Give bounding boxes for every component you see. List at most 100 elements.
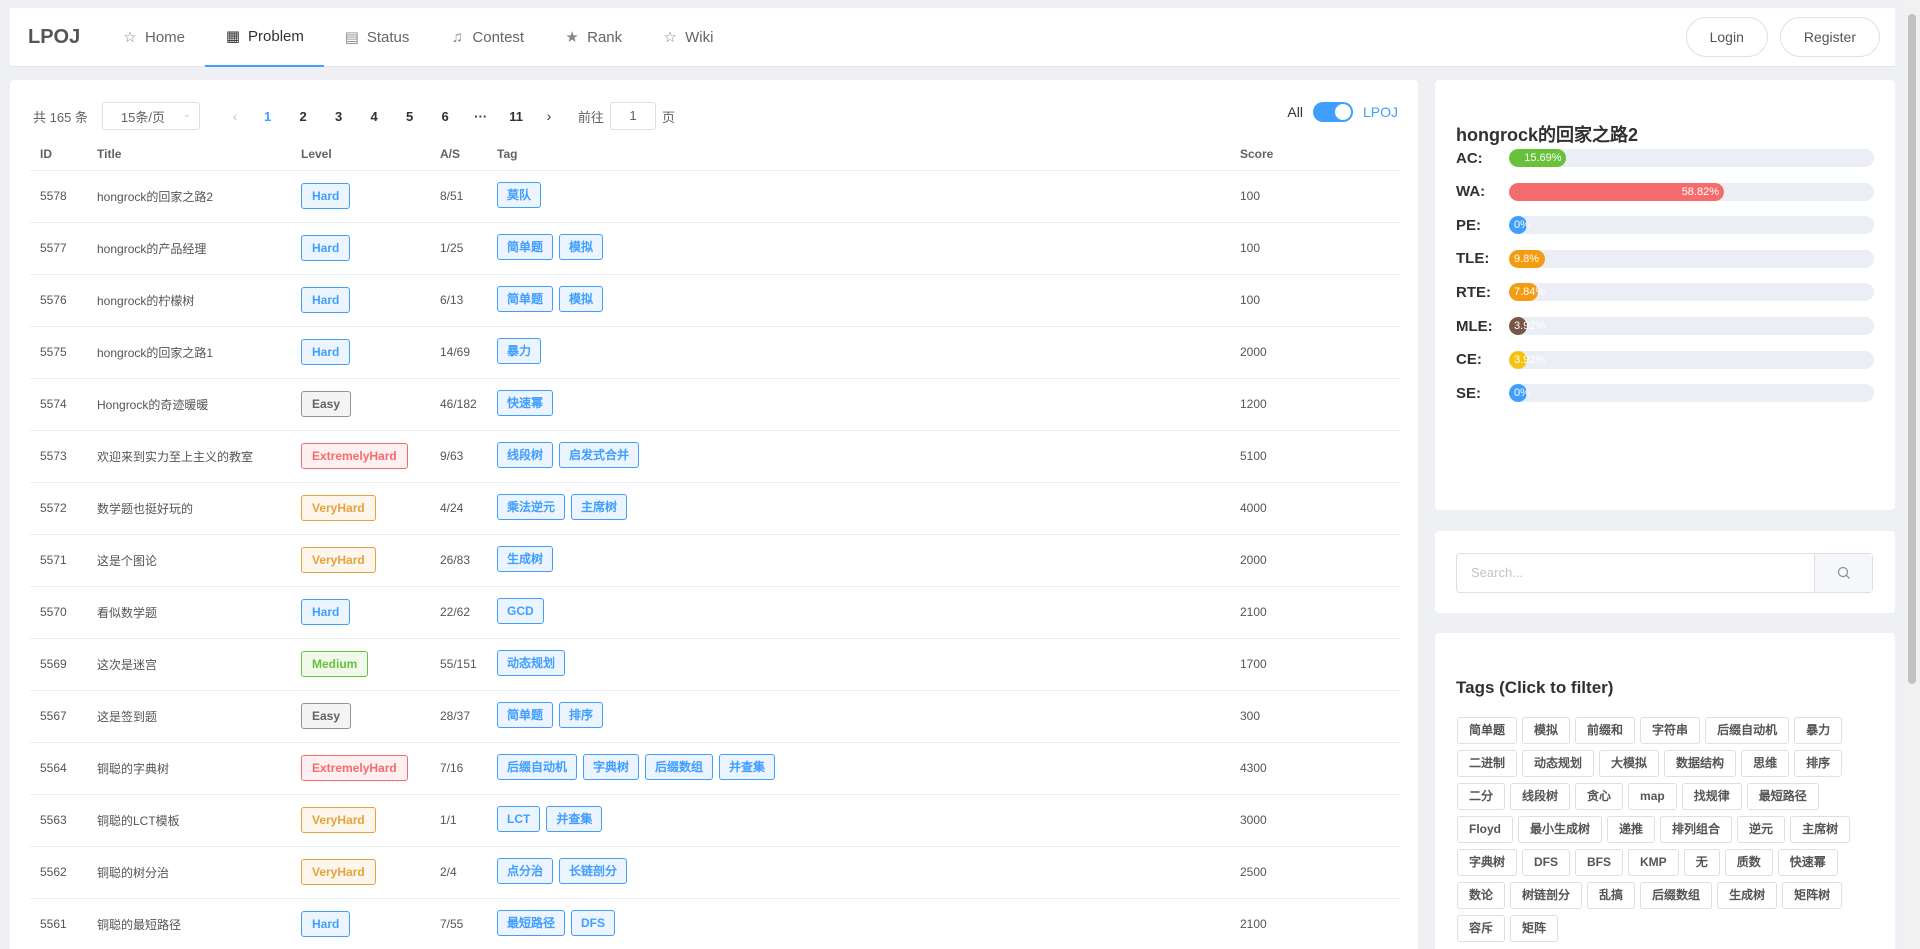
filter-tag[interactable]: 乱搞 <box>1587 882 1636 909</box>
page-size-select[interactable]: 15条/页 ⌄ <box>101 102 200 130</box>
page-3[interactable]: 3 <box>321 109 357 124</box>
filter-tag[interactable]: 二分 <box>1457 783 1506 810</box>
problem-tag[interactable]: 动态规划 <box>497 649 566 676</box>
filter-tag[interactable]: 快速幂 <box>1777 849 1838 876</box>
problem-title[interactable]: Hongrock的奇迹暖暖 <box>87 378 291 431</box>
filter-tag[interactable]: 排列组合 <box>1660 816 1733 843</box>
table-row[interactable]: 5562 铜聪的树分治 VeryHard 2/4 点分治 长链剖分 2500 <box>30 846 1400 899</box>
problem-title[interactable]: hongrock的柠檬树 <box>87 274 291 327</box>
filter-tag[interactable]: 后缀数组 <box>1640 882 1713 909</box>
filter-tag[interactable]: 暴力 <box>1794 717 1843 744</box>
problem-title[interactable]: 数学题也挺好玩的 <box>87 482 291 535</box>
page-5[interactable]: 5 <box>392 109 428 124</box>
table-row[interactable]: 5571 这是个图论 VeryHard 26/83 生成树 2000 <box>30 534 1400 587</box>
filter-tag[interactable]: 思维 <box>1741 750 1790 777</box>
filter-tag[interactable]: 找规律 <box>1681 783 1742 810</box>
problem-tag[interactable]: 启发式合并 <box>559 441 640 468</box>
filter-tag[interactable]: 前缀和 <box>1575 717 1636 744</box>
problem-tag[interactable]: 简单题 <box>497 701 554 728</box>
filter-tag[interactable]: DFS <box>1522 849 1571 876</box>
page-1[interactable]: 1 <box>250 109 286 124</box>
problem-tag[interactable]: 乘法逆元 <box>497 493 566 520</box>
register-button[interactable]: Register <box>1779 17 1880 57</box>
filter-tag[interactable]: 逆元 <box>1737 816 1786 843</box>
filter-tag[interactable]: 排序 <box>1794 750 1843 777</box>
problem-tag[interactable]: 模拟 <box>559 233 604 260</box>
filter-tag[interactable]: 大模拟 <box>1599 750 1660 777</box>
nav-rank[interactable]: ★ Rank <box>544 8 642 67</box>
login-button[interactable]: Login <box>1685 17 1768 57</box>
problem-tag[interactable]: 长链剖分 <box>559 857 628 884</box>
nav-problem[interactable]: ▦ Problem <box>205 8 324 67</box>
filter-tag[interactable]: 数据结构 <box>1664 750 1737 777</box>
problem-tag[interactable]: 字典树 <box>583 753 640 780</box>
filter-tag[interactable]: 二进制 <box>1457 750 1518 777</box>
nav-home[interactable]: ☆ Home <box>102 8 205 67</box>
problem-tag[interactable]: 暴力 <box>497 337 542 364</box>
problem-tag[interactable]: 简单题 <box>497 233 554 260</box>
filter-tag[interactable]: 容斥 <box>1457 915 1506 942</box>
problem-tag[interactable]: LCT <box>497 805 541 832</box>
table-row[interactable]: 5575 hongrock的回家之路1 Hard 14/69 暴力 2000 <box>30 326 1400 379</box>
page-scrollbar[interactable] <box>1904 0 1920 949</box>
problem-tag[interactable]: 莫队 <box>497 181 542 208</box>
scrollbar-thumb[interactable] <box>1908 14 1916 684</box>
filter-tag[interactable]: 简单题 <box>1457 717 1518 744</box>
table-row[interactable]: 5578 hongrock的回家之路2 Hard 8/51 莫队 100 <box>30 170 1400 223</box>
table-row[interactable]: 5573 欢迎来到实力至上主义的教室 ExtremelyHard 9/63 线段树 启发式… <box>30 430 1400 483</box>
problem-title[interactable]: 看似数学题 <box>87 586 291 639</box>
problem-tag[interactable]: 线段树 <box>497 441 554 468</box>
goto-page-input[interactable]: 1 <box>609 102 656 130</box>
problem-title[interactable]: hongrock的回家之路2 <box>87 170 291 223</box>
problem-tag[interactable]: 后缀自动机 <box>497 753 578 780</box>
problem-tag[interactable]: DFS <box>571 909 616 936</box>
page-ellipsis[interactable]: ··· <box>463 109 499 124</box>
filter-tag[interactable]: Floyd <box>1457 816 1513 843</box>
filter-tag[interactable]: 最小生成树 <box>1518 816 1603 843</box>
problem-tag[interactable]: 后缀数组 <box>645 753 714 780</box>
problem-tag[interactable]: 排序 <box>559 701 604 728</box>
problem-title[interactable]: 铜聪的LCT模板 <box>87 794 291 847</box>
filter-tag[interactable]: 后缀自动机 <box>1705 717 1790 744</box>
problem-title[interactable]: hongrock的产品经理 <box>87 222 291 275</box>
filter-tag[interactable]: 最短路径 <box>1746 783 1819 810</box>
problem-tag[interactable]: 并查集 <box>546 805 603 832</box>
filter-tag[interactable]: 递推 <box>1607 816 1656 843</box>
problem-tag[interactable]: 最短路径 <box>497 909 566 936</box>
table-row[interactable]: 5563 铜聪的LCT模板 VeryHard 1/1 LCT 并查集 3000 <box>30 794 1400 847</box>
filter-tag[interactable]: map <box>1628 783 1677 810</box>
page-2[interactable]: 2 <box>285 109 321 124</box>
problem-tag[interactable]: GCD <box>497 597 544 624</box>
nav-contest[interactable]: ♫ Contest <box>429 8 544 67</box>
problem-tag[interactable]: 模拟 <box>559 285 604 312</box>
problem-tag[interactable]: 点分治 <box>497 857 554 884</box>
filter-tag[interactable]: KMP <box>1628 849 1679 876</box>
source-switch[interactable] <box>1312 102 1353 122</box>
filter-tag[interactable]: 动态规划 <box>1522 750 1595 777</box>
prev-page-icon[interactable]: ‹ <box>220 108 250 124</box>
problem-tag[interactable]: 并查集 <box>719 753 776 780</box>
filter-tag[interactable]: 矩阵树 <box>1782 882 1843 909</box>
nav-status[interactable]: ▤ Status <box>324 8 430 67</box>
table-row[interactable]: 5574 Hongrock的奇迹暖暖 Easy 46/182 快速幂 1200 <box>30 378 1400 431</box>
page-4[interactable]: 4 <box>356 109 392 124</box>
problem-title[interactable]: 欢迎来到实力至上主义的教室 <box>87 430 291 483</box>
filter-tag[interactable]: 主席树 <box>1790 816 1851 843</box>
table-row[interactable]: 5567 这是签到题 Easy 28/37 简单题 排序 300 <box>30 690 1400 743</box>
search-button[interactable] <box>1814 554 1872 592</box>
table-row[interactable]: 5564 铜聪的字典树 ExtremelyHard 7/16 后缀自动机 字典树 后缀数组并… <box>30 742 1400 795</box>
site-logo[interactable]: LPOJ <box>28 26 102 49</box>
filter-tag[interactable]: 线段树 <box>1510 783 1571 810</box>
search-input[interactable]: Search... <box>1457 554 1814 592</box>
table-row[interactable]: 5569 这次是迷宫 Medium 55/151 动态规划 1700 <box>30 638 1400 691</box>
table-row[interactable]: 5561 铜聪的最短路径 Hard 7/55 最短路径 DFS 2100 <box>30 898 1400 949</box>
filter-tag[interactable]: 生成树 <box>1717 882 1778 909</box>
problem-tag[interactable]: 生成树 <box>497 545 554 572</box>
page-6[interactable]: 6 <box>427 109 463 124</box>
next-page-icon[interactable]: › <box>534 108 564 124</box>
filter-tag[interactable]: 矩阵 <box>1510 915 1559 942</box>
problem-title[interactable]: 铜聪的最短路径 <box>87 898 291 949</box>
problem-title[interactable]: 这是个图论 <box>87 534 291 587</box>
table-row[interactable]: 5570 看似数学题 Hard 22/62 GCD 2100 <box>30 586 1400 639</box>
filter-tag[interactable]: 字符串 <box>1640 717 1701 744</box>
